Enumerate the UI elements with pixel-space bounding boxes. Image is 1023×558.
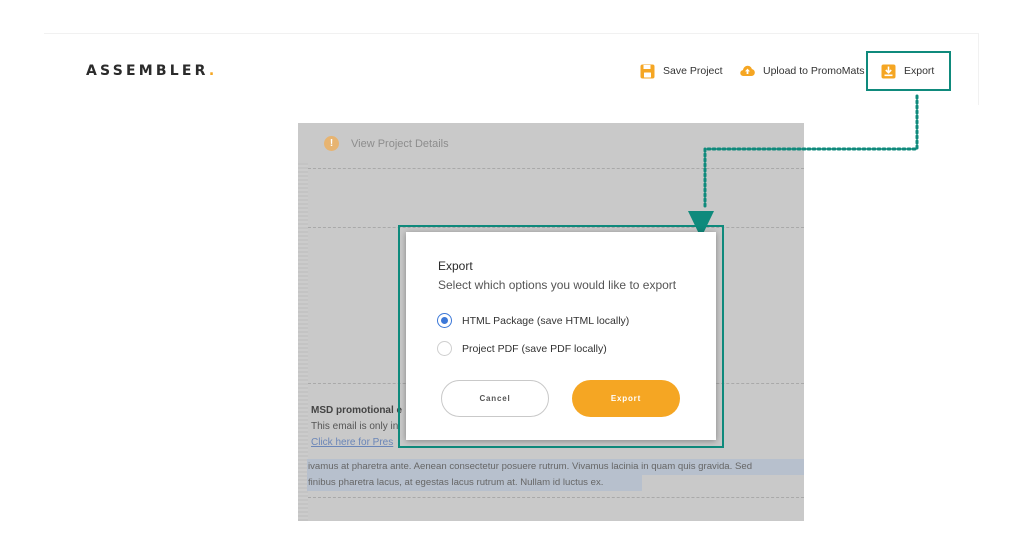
save-project-label: Save Project <box>663 65 723 77</box>
top-bar-edge <box>978 33 979 105</box>
page: ASSEMBLER. Save Project Upload to PromoM… <box>0 0 1023 558</box>
radio-html-package[interactable] <box>437 313 452 328</box>
view-project-details-label: View Project Details <box>351 137 449 150</box>
cancel-button[interactable]: Cancel <box>441 380 549 417</box>
prescribing-info-link[interactable]: Click here for Pres <box>311 437 393 448</box>
option-html-package[interactable]: HTML Package (save HTML locally) <box>437 313 629 328</box>
logo-text: ASSEMBLER <box>86 63 209 79</box>
option-html-package-label: HTML Package <box>462 314 534 327</box>
upload-promomats-label: Upload to PromoMats <box>763 65 865 77</box>
option-html-package-hint: (save HTML locally) <box>536 314 630 327</box>
selected-body-text-line: finibus pharetra lacus, at egestas lacus… <box>307 475 642 491</box>
cloud-upload-icon <box>740 64 755 79</box>
app-logo: ASSEMBLER. <box>86 63 217 79</box>
view-project-details[interactable]: ! View Project Details <box>324 136 449 151</box>
save-icon <box>640 64 655 79</box>
option-project-pdf[interactable]: Project PDF (save PDF locally) <box>437 341 607 356</box>
dialog-title: Export <box>438 259 473 273</box>
dialog-subtitle: Select which options you would like to e… <box>438 278 677 292</box>
save-project-button[interactable]: Save Project <box>640 62 723 80</box>
logo-dot: . <box>208 63 218 79</box>
upload-promomats-button[interactable]: Upload to PromoMats <box>740 62 865 80</box>
option-project-pdf-hint: (save PDF locally) <box>521 342 607 355</box>
section-divider <box>308 168 804 169</box>
export-highlight-frame <box>866 51 951 91</box>
dialog-export-button[interactable]: Export <box>572 380 680 417</box>
option-project-pdf-label: Project PDF <box>462 342 519 355</box>
msd-promo-title: MSD promotional e <box>311 405 403 416</box>
msd-promo-text: This email is only in <box>311 421 399 432</box>
radio-project-pdf[interactable] <box>437 341 452 356</box>
export-dialog: Export Select which options you would li… <box>406 232 716 440</box>
info-icon: ! <box>324 136 339 151</box>
section-divider <box>308 497 804 498</box>
selected-body-text-line: ivamus at pharetra ante. Aenean consecte… <box>307 459 804 475</box>
